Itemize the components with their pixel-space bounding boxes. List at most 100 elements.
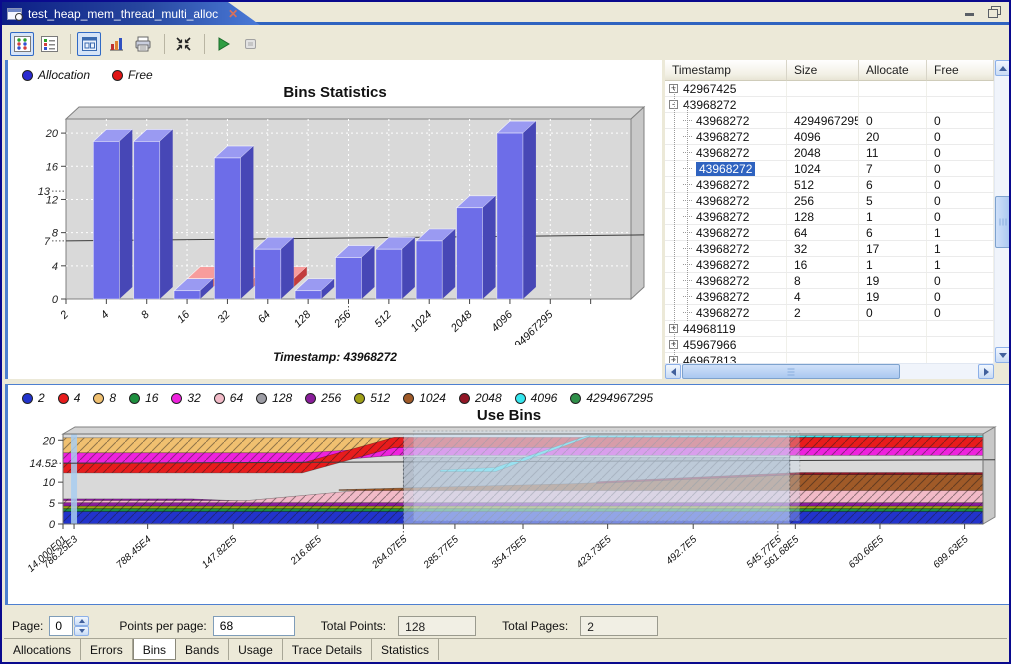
scrollbar-corner (994, 363, 1011, 379)
size-cell: 512 (787, 177, 859, 192)
toolbar-separator (164, 34, 165, 54)
minimize-icon[interactable] (964, 6, 977, 17)
free-cell (927, 353, 994, 363)
view-tab[interactable]: test_heap_mem_thread_multi_alloc ✕ (2, 2, 260, 25)
tab-statistics[interactable]: Statistics (372, 639, 439, 660)
resume-button[interactable] (211, 32, 235, 56)
free-cell: 1 (927, 225, 994, 240)
table-row[interactable]: 4396827225650 (665, 193, 994, 209)
use-bins-area-chart[interactable]: 14.000E01786.25E3788.45E4147.82E5216.8E5… (8, 424, 1008, 594)
table-row[interactable]: 4396827251260 (665, 177, 994, 193)
table-row[interactable]: -43968272 (665, 97, 994, 113)
column-header-size[interactable]: Size (787, 60, 859, 81)
use-bins-legend-item: 128 (256, 391, 292, 405)
legend-dot-icon (58, 393, 69, 404)
timestamp-cell: 43968272 (696, 290, 749, 304)
timestamp-cell: 42967425 (683, 82, 736, 96)
svg-text:2048: 2048 (448, 308, 475, 335)
page-input[interactable] (49, 616, 73, 636)
table-row[interactable]: +45967966 (665, 337, 994, 353)
size-cell (787, 81, 859, 96)
table-row[interactable]: 439682721611 (665, 257, 994, 273)
table-row[interactable]: 439682722048110 (665, 145, 994, 161)
svg-text:14.52: 14.52 (29, 458, 57, 470)
use-bins-legend-item: 4 (58, 391, 81, 405)
table-row[interactable]: 439682726461 (665, 225, 994, 241)
tab-bands[interactable]: Bands (176, 639, 229, 660)
scroll-left-icon[interactable] (665, 364, 681, 379)
points-per-page-label: Points per page: (119, 619, 206, 633)
allocate-cell (859, 353, 927, 363)
bins-bar-chart[interactable]: 0481216207132481632641282565121024204840… (8, 101, 660, 345)
spin-down-icon[interactable] (74, 626, 89, 636)
allocation-view-button[interactable] (10, 32, 34, 56)
total-pages-value: 2 (580, 616, 658, 636)
vertical-scroll-thumb[interactable] (995, 196, 1011, 248)
use-bins-title: Use Bins (8, 407, 1010, 424)
scroll-up-icon[interactable] (995, 60, 1011, 76)
scroll-right-icon[interactable] (978, 364, 994, 379)
legend-label: 256 (321, 391, 341, 405)
allocate-cell: 0 (859, 113, 927, 128)
use-bins-legend-item: 256 (305, 391, 341, 405)
close-icon[interactable]: ✕ (228, 7, 238, 21)
vertical-scrollbar[interactable] (994, 60, 1011, 363)
column-header-free[interactable]: Free (927, 60, 994, 81)
allocate-cell: 1 (859, 257, 927, 272)
tab-usage[interactable]: Usage (229, 639, 283, 660)
table-row[interactable]: 439682724190 (665, 289, 994, 305)
table-row[interactable]: 439682728190 (665, 273, 994, 289)
table-row[interactable]: 43968272102470 (665, 161, 994, 177)
print-button[interactable] (131, 32, 155, 56)
table-row[interactable]: 43968272429496729500 (665, 113, 994, 129)
allocate-cell: 1 (859, 209, 927, 224)
view-tab-title: test_heap_mem_thread_multi_alloc (28, 7, 218, 21)
size-cell: 8 (787, 273, 859, 288)
fit-window-button[interactable] (171, 32, 195, 56)
points-per-page-input[interactable] (213, 616, 295, 636)
tab-allocations[interactable]: Allocations (4, 639, 81, 660)
cursor-marker[interactable] (71, 434, 77, 524)
use-bins-legend-item: 32 (171, 391, 200, 405)
horizontal-scroll-thumb[interactable] (682, 364, 900, 379)
column-header-allocate[interactable]: Allocate (859, 60, 927, 81)
use-bins-legend-item: 64 (214, 391, 243, 405)
horizontal-scrollbar[interactable] (665, 363, 994, 379)
stop-button[interactable] (238, 32, 262, 56)
tab-errors[interactable]: Errors (81, 639, 133, 660)
bins-chart-caption: Timestamp: 43968272 (8, 350, 662, 364)
legend-dot-icon (515, 393, 526, 404)
list-view-button[interactable] (37, 32, 61, 56)
legend-label: Free (128, 68, 153, 82)
scroll-down-icon[interactable] (995, 347, 1011, 363)
table-row[interactable]: +42967425 (665, 81, 994, 97)
total-pages-label: Total Pages: (502, 619, 568, 633)
tab-trace-details[interactable]: Trace Details (283, 639, 372, 660)
svg-text:216.8E5: 216.8E5 (288, 534, 324, 568)
svg-text:8: 8 (52, 228, 59, 240)
timestamp-cell: 43968272 (696, 226, 749, 240)
overview-button[interactable] (77, 32, 101, 56)
toolbar-separator (70, 34, 71, 54)
timestamp-cell: 43968272 (696, 242, 749, 256)
legend-dot-icon (459, 393, 470, 404)
chart-view-button[interactable] (104, 32, 128, 56)
legend-dot-icon (112, 70, 123, 81)
legend-label: 512 (370, 391, 390, 405)
spin-up-icon[interactable] (74, 616, 89, 626)
table-row[interactable]: 4396827232171 (665, 241, 994, 257)
restore-icon[interactable] (987, 6, 1001, 18)
selection-region[interactable] (403, 434, 789, 524)
legend-label: 64 (230, 391, 243, 405)
column-header-timestamp[interactable]: Timestamp (665, 60, 787, 81)
tab-bins[interactable]: Bins (133, 639, 176, 660)
legend-dot-icon (354, 393, 365, 404)
allocate-cell: 6 (859, 225, 927, 240)
table-row[interactable]: 4396827212810 (665, 209, 994, 225)
legend-dot-icon (93, 393, 104, 404)
table-row[interactable]: 43968272200 (665, 305, 994, 321)
table-row[interactable]: 439682724096200 (665, 129, 994, 145)
page-spinner[interactable] (49, 616, 89, 636)
table-row[interactable]: +46967813 (665, 353, 994, 363)
table-row[interactable]: +44968119 (665, 321, 994, 337)
